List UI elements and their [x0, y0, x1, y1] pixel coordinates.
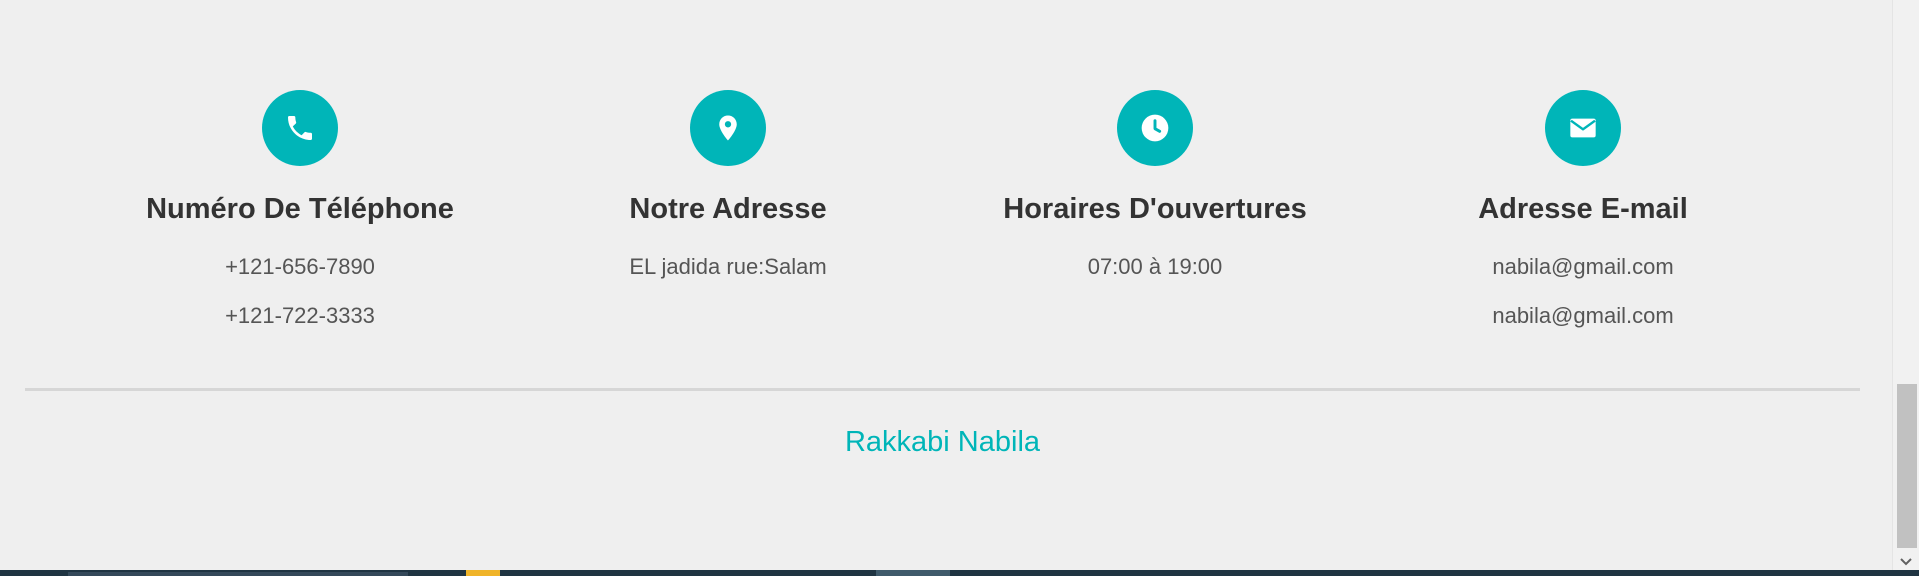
contact-phone: Numéro De Téléphone +121-656-7890 +121-7…	[90, 90, 510, 352]
address-title: Notre Adresse	[629, 193, 827, 225]
address-line-1: EL jadida rue:Salam	[629, 254, 827, 279]
email-address-2[interactable]: nabila@gmail.com	[1373, 303, 1793, 329]
contact-email: Adresse E-mail nabila@gmail.com nabila@g…	[1373, 90, 1793, 352]
taskbar-item[interactable]	[466, 570, 500, 576]
scroll-down-button[interactable]	[1896, 554, 1916, 570]
hours-line-1: 07:00 à 19:00	[1087, 254, 1223, 279]
phone-number-2[interactable]: +121-722-3333	[90, 303, 510, 329]
contact-address: Notre Adresse EL jadida rue:Salam	[518, 90, 938, 303]
map-pin-icon	[719, 115, 737, 141]
taskbar-item[interactable]	[68, 572, 408, 576]
envelope-icon	[1570, 118, 1596, 138]
page: Numéro De Téléphone +121-656-7890 +121-7…	[0, 0, 1919, 576]
phone-icon-circle	[262, 90, 338, 166]
contact-info-section: Numéro De Téléphone +121-656-7890 +121-7…	[0, 90, 1880, 350]
phone-icon	[288, 116, 312, 140]
footer-author-name[interactable]: Rakkabi Nabila	[0, 425, 1885, 459]
phone-number-1[interactable]: +121-656-7890	[90, 254, 510, 280]
chevron-down-icon	[1900, 558, 1912, 566]
scrollbar-thumb[interactable]	[1897, 384, 1917, 548]
taskbar	[0, 570, 1919, 576]
clock-icon	[1141, 114, 1169, 142]
phone-title: Numéro De Téléphone	[146, 193, 454, 225]
hours-icon-circle	[1117, 90, 1193, 166]
contact-hours: Horaires D'ouvertures 07:00 à 19:00	[945, 90, 1365, 303]
address-icon-circle	[690, 90, 766, 166]
footer-divider	[25, 388, 1860, 391]
email-lines: nabila@gmail.com nabila@gmail.com	[1373, 254, 1793, 329]
email-icon-circle	[1545, 90, 1621, 166]
taskbar-item[interactable]	[876, 570, 950, 576]
hours-title: Horaires D'ouvertures	[1003, 193, 1307, 225]
vertical-scrollbar[interactable]	[1892, 0, 1919, 576]
hours-lines: 07:00 à 19:00	[945, 254, 1365, 280]
email-address-1[interactable]: nabila@gmail.com	[1373, 254, 1793, 280]
email-title: Adresse E-mail	[1478, 193, 1688, 225]
address-lines: EL jadida rue:Salam	[518, 254, 938, 280]
phone-lines: +121-656-7890 +121-722-3333	[90, 254, 510, 329]
